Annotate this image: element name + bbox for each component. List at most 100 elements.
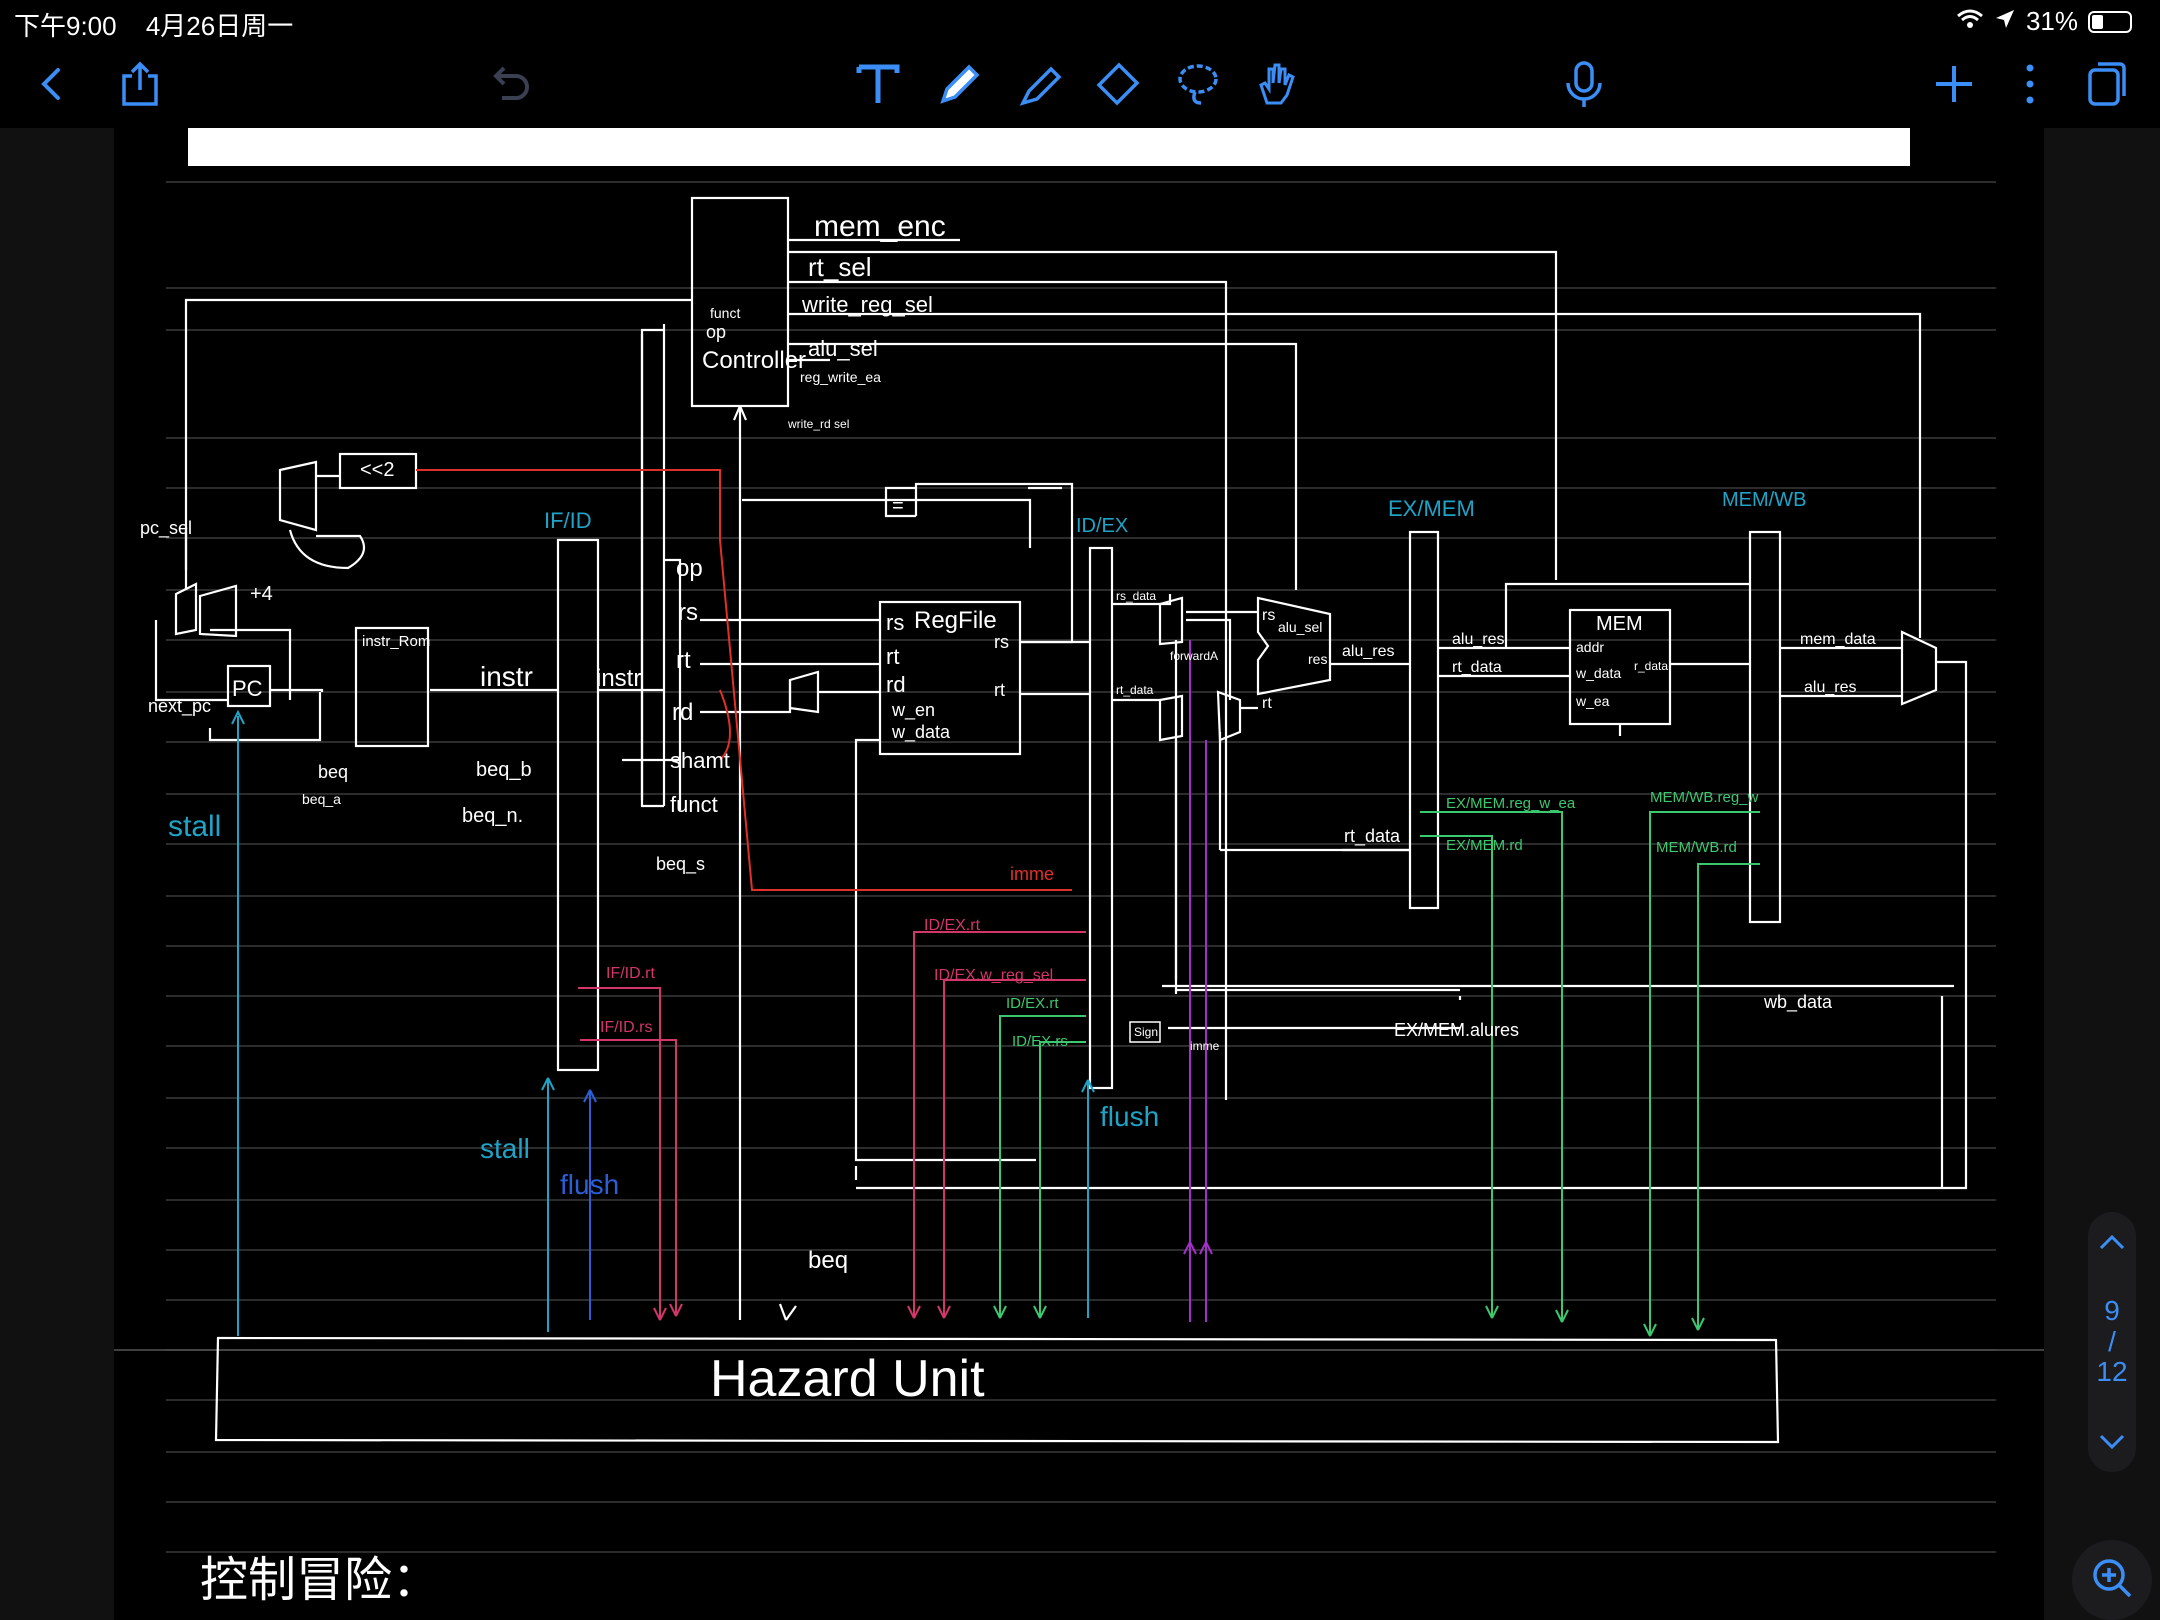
label-beq-a: beq_a (302, 791, 341, 807)
label-beq: beq (318, 762, 348, 782)
label-write-rd-sel: write_rd sel (787, 417, 849, 431)
label-rs-data: rs_data (1116, 589, 1156, 603)
zoom-in-icon (2090, 1556, 2134, 1605)
white-wiring (154, 196, 1968, 1444)
label-ex-mem-alures: EX/MEM.alures (1394, 1020, 1519, 1040)
label-eq: = (892, 495, 904, 517)
note-control-hazard: 控制冒险： (200, 1554, 440, 1607)
field-shamt: shamt (670, 748, 730, 773)
label-if-id-rs: IF/ID.rs (600, 1019, 652, 1036)
regfile-w-data: w_data (891, 722, 951, 743)
regfile-out-rs: rs (994, 632, 1009, 652)
label-write-reg-sel: write_reg_sel (801, 292, 933, 317)
page-current: 9 (2104, 1294, 2120, 1326)
label-mem-data: mem_data (1800, 631, 1876, 648)
field-rs: rs (678, 599, 698, 626)
mem-w-ea: w_ea (1575, 693, 1610, 709)
mem-w-data: w_data (1575, 665, 1621, 681)
red-labels: imme (1010, 864, 1054, 884)
label-alu-res-3: alu_res (1804, 679, 1856, 696)
ruled-lines (114, 181, 2044, 1553)
label-mem-wb-reg-w: MEM/WB.reg_w (1650, 789, 1759, 806)
page-up-icon[interactable] (2098, 1226, 2126, 1258)
regfile-rs: rs (886, 610, 904, 635)
label-wb-data: wb_data (1763, 992, 1833, 1013)
label-pc-sel: pc_sel (140, 518, 192, 539)
alu-in-rt: rt (1262, 695, 1272, 712)
label-instr-1: instr (480, 661, 533, 692)
field-rt: rt (676, 647, 691, 674)
field-rd: rd (672, 699, 693, 726)
label-forwarda: forwardA (1170, 649, 1218, 663)
mem-title: MEM (1596, 613, 1643, 635)
regfile-rt: rt (886, 644, 899, 669)
label-plus4: +4 (250, 583, 273, 605)
label-instr-rom: instr_Rom (362, 633, 430, 650)
zoom-button[interactable] (2072, 1540, 2152, 1620)
label-id-ex-rt-pink: ID/EX.rt (924, 917, 981, 934)
label-rt-data-2: rt_data (1452, 659, 1502, 676)
ex-mem-register (1408, 530, 1440, 910)
label-flush-1: flush (560, 1169, 619, 1200)
label-beq-bottom: beq (808, 1247, 848, 1274)
blue-labels: flush (560, 1169, 619, 1200)
label-alu-res-2: alu_res (1452, 631, 1504, 648)
label-reg-write-ea: reg_write_ea (800, 369, 881, 385)
field-funct: funct (670, 792, 718, 817)
label-sign: Sign (1134, 1025, 1158, 1039)
label-ex-mem: EX/MEM (1388, 496, 1475, 521)
page-separator: / (2108, 1325, 2116, 1357)
regfile-rd: rd (886, 672, 906, 697)
regfile-out-rt: rt (994, 680, 1005, 700)
page-total: 12 (2096, 1356, 2128, 1388)
mem-r-data: r_data (1634, 659, 1668, 673)
label-imme: imme (1010, 864, 1054, 884)
label-ex-mem-rd: EX/MEM.rd (1446, 837, 1523, 854)
mem-addr: addr (1576, 639, 1604, 655)
page-navigator: 9 / 12 (2088, 1212, 2136, 1472)
controller-block (690, 196, 790, 408)
label-instr-2: instr (596, 665, 641, 692)
if-id-register (556, 538, 600, 1072)
regfile-w-en: w_en (891, 700, 935, 721)
label-pc: PC (232, 676, 263, 701)
pink-labels: IF/ID.rt IF/ID.rs ID/EX.rt ID/EX.w_reg_s… (600, 917, 1053, 1036)
label-id-ex-w-reg-sel: ID/EX.w_reg_sel (934, 967, 1053, 984)
label-mem-wb-rd: MEM/WB.rd (1656, 839, 1737, 856)
label-controller: Controller (702, 347, 806, 374)
label-if-id-rt: IF/ID.rt (606, 965, 655, 982)
regfile-title: RegFile (914, 607, 997, 634)
label-alu-res-1: alu_res (1342, 643, 1394, 660)
label-mem-enc: mem_enc (814, 210, 946, 243)
label-alu-sel-in: alu_sel (1278, 619, 1322, 635)
label-beq-s: beq_s (656, 854, 705, 875)
label-beq-n: beq_n. (462, 805, 523, 827)
label-next-pc: next_pc (148, 696, 211, 717)
blue-wiring (583, 1089, 597, 1320)
label-rt-data-3: rt_data (1344, 826, 1401, 847)
id-ex-register (1088, 546, 1114, 1090)
label-rt-sel: rt_sel (808, 252, 872, 282)
alu-out-res: res (1308, 651, 1327, 667)
hazard-unit-block (214, 1336, 1780, 1444)
label-id-ex-rt: ID/EX.rt (1006, 995, 1059, 1012)
label-flush-2: flush (1100, 1101, 1159, 1132)
label-stall-2: stall (480, 1133, 530, 1164)
field-op: op (676, 555, 703, 582)
green-wiring (993, 811, 1760, 1337)
alu-in-rs: rs (1262, 607, 1275, 624)
label-beq-b: beq_b (476, 759, 532, 781)
label-shift: <<2 (360, 459, 394, 481)
label-stall-1: stall (168, 810, 221, 843)
page-down-icon[interactable] (2098, 1426, 2126, 1458)
page-indicator: 9 / 12 (2096, 1294, 2128, 1388)
pipeline-diagram: mem_enc rt_sel write_reg_sel alu_sel reg… (114, 181, 2044, 1607)
label-rt-data: rt_data (1116, 683, 1154, 697)
label-id-ex: ID/EX (1076, 515, 1128, 537)
hazard-unit-label: Hazard Unit (710, 1350, 985, 1408)
label-mem-wb: MEM/WB (1722, 489, 1806, 511)
label-funct-in: funct (710, 305, 740, 321)
label-alu-sel: alu_sel (808, 336, 878, 361)
label-imme-2: imme (1190, 1039, 1220, 1053)
label-ex-mem-reg-w-ea: EX/MEM.reg_w_ea (1446, 795, 1576, 812)
